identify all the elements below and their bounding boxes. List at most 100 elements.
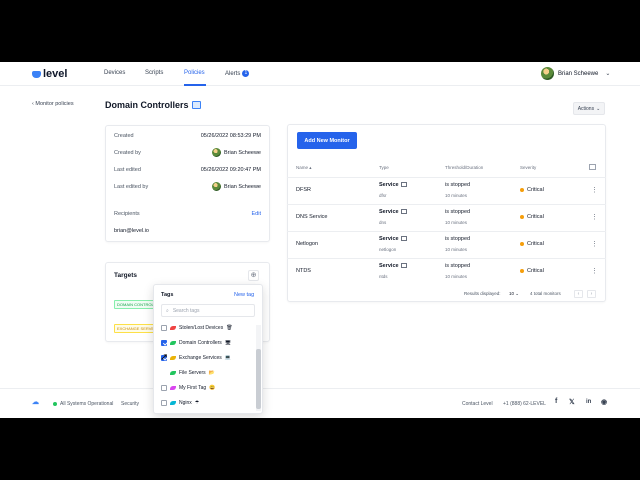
column-name-label: Name — [296, 165, 309, 170]
phone-link[interactable]: +1 (888) 62-LEVEL — [503, 401, 546, 407]
tags-dropdown: Tags New tag ⌕ Search tags Stolen/Lost D… — [153, 284, 263, 414]
monitor-threshold: is stopped — [445, 182, 471, 188]
monitor-type-label: Service — [379, 209, 399, 215]
table-row[interactable]: Netlogon Service netlogon is stopped 10 … — [287, 231, 606, 258]
columns-toggle-icon[interactable] — [589, 164, 596, 170]
level-footer-logo-icon[interactable]: ☁ — [32, 398, 39, 406]
last-edited-by-value: Brian Scheewe — [224, 183, 261, 190]
level-logo[interactable]: level — [32, 68, 67, 80]
security-link[interactable]: Security — [121, 401, 139, 407]
plus-icon: ⊕ — [250, 272, 257, 279]
contact-level-link[interactable]: Contact Level — [462, 401, 493, 407]
severity-label: Critical — [527, 268, 544, 274]
monitor-name: DNS Service — [296, 214, 328, 220]
page-footer: ☁ All Systems Operational Security Conta… — [0, 388, 640, 418]
computer-emoji-icon: 🖥 — [224, 340, 232, 346]
user-menu[interactable]: Brian Scheewe ⌄ — [541, 67, 610, 80]
actions-button[interactable]: Actions ⌄ — [573, 102, 605, 115]
monitor-threshold: is stopped — [445, 209, 471, 215]
tag-search-field[interactable]: ⌕ Search tags — [161, 304, 255, 317]
user-avatar — [212, 182, 221, 191]
monitor-severity: Critical — [520, 241, 544, 247]
previous-page-button[interactable]: ‹ — [574, 290, 583, 298]
tag-option-my-first-tag[interactable]: My First Tag 😀 — [161, 381, 253, 395]
created-by-label: Created by — [114, 150, 141, 156]
results-per-page-select[interactable]: 10 ⌄ — [509, 291, 519, 297]
severity-label: Critical — [527, 241, 544, 247]
target-chip-domain-controllers[interactable]: DOMAIN CONTROLLERS — [114, 300, 156, 309]
created-by-user: Brian Scheewe — [212, 148, 261, 157]
brand-name: level — [43, 68, 68, 80]
tag-color-icon — [170, 401, 176, 405]
tag-checkbox[interactable] — [161, 400, 167, 406]
nav-alerts[interactable]: Alerts 1 — [225, 70, 250, 77]
service-icon — [400, 263, 407, 269]
github-icon[interactable]: ◉ — [601, 398, 607, 406]
tag-label: Domain Controllers — [179, 340, 222, 346]
page-title: Domain Controllers — [105, 100, 201, 110]
chevron-down-icon: ⌄ — [596, 105, 601, 112]
trash-emoji-icon: 🗑 — [226, 325, 233, 331]
umbrella-emoji-icon: ☂ — [194, 400, 200, 406]
next-page-button[interactable]: › — [587, 290, 596, 298]
back-link-label: Monitor policies — [35, 101, 74, 107]
add-target-button[interactable]: ⊕ — [248, 270, 259, 281]
tag-color-icon — [170, 356, 176, 360]
nav-devices[interactable]: Devices — [104, 70, 125, 76]
facebook-icon[interactable]: f — [555, 398, 557, 405]
tag-option-file-servers[interactable]: File Servers 📂 — [161, 366, 253, 380]
tag-checkbox-checked[interactable] — [161, 340, 167, 346]
tag-option-exchange-services[interactable]: Exchange Services 💻 — [161, 351, 253, 365]
alerts-count-badge: 1 — [242, 70, 250, 77]
edit-recipients-link[interactable]: Edit — [252, 211, 261, 217]
chevron-down-icon: ⌄ — [515, 291, 520, 296]
more-options-icon[interactable]: ⋮ — [591, 267, 598, 275]
tag-option-nginx[interactable]: Nginx ☂ — [161, 396, 253, 410]
user-name: Brian Scheewe — [558, 70, 599, 77]
smiley-emoji-icon: 😀 — [209, 385, 216, 391]
more-options-icon[interactable]: ⋮ — [591, 213, 598, 221]
more-options-icon[interactable]: ⋮ — [591, 186, 598, 194]
tags-dropdown-title: Tags — [161, 292, 174, 298]
scrollbar-thumb[interactable] — [256, 349, 261, 409]
back-to-monitor-policies[interactable]: ‹ Monitor policies — [32, 101, 74, 107]
monitor-duration: 10 minutes — [445, 274, 468, 279]
tag-checkbox[interactable] — [161, 370, 167, 376]
tag-checkbox[interactable] — [161, 325, 167, 331]
laptop-emoji-icon: 💻 — [224, 355, 232, 361]
last-edited-value: 05/26/2022 09:20:47 PM — [200, 167, 261, 173]
table-row[interactable]: NTDS Service ntds is stopped 10 minutes … — [287, 258, 606, 285]
user-avatar — [541, 67, 554, 80]
active-tab-indicator — [184, 84, 206, 86]
target-chip-exchange-servers[interactable]: EXCHANGE SERVERS — [114, 324, 156, 333]
tag-option-stolen-lost-devices[interactable]: Stolen/Lost Devices 🗑 — [161, 321, 253, 335]
monitor-duration: 10 minutes — [445, 220, 468, 225]
tag-color-icon — [170, 386, 176, 390]
monitor-duration: 10 minutes — [445, 247, 468, 252]
tag-option-domain-controllers[interactable]: Domain Controllers 🖥 — [161, 336, 253, 350]
dropdown-scrollbar[interactable] — [256, 325, 261, 411]
column-name-header[interactable]: Name ▴ — [296, 165, 312, 171]
monitor-type-detail: ntds — [379, 274, 388, 279]
recipient-email: brian@level.io — [114, 228, 149, 234]
table-row[interactable]: DFSR Service dfsr is stopped 10 minutes … — [287, 177, 606, 204]
twitter-icon[interactable]: 𝕏 — [569, 398, 575, 406]
tag-checkbox[interactable] — [161, 385, 167, 391]
nav-policies[interactable]: Policies — [184, 70, 205, 76]
linkedin-icon[interactable]: in — [586, 399, 591, 405]
tag-label: File Servers — [179, 370, 206, 376]
computer-emoji-icon — [191, 101, 201, 109]
monitor-name: DFSR — [296, 187, 311, 193]
level-logo-icon — [32, 70, 41, 78]
nav-scripts[interactable]: Scripts — [145, 70, 163, 76]
add-new-monitor-button[interactable]: Add New Monitor — [297, 132, 357, 149]
monitor-type: Service — [379, 209, 407, 215]
severity-dot-icon — [520, 215, 524, 219]
system-status-link[interactable]: All Systems Operational — [53, 401, 113, 407]
new-tag-link[interactable]: New tag — [234, 292, 254, 298]
table-row[interactable]: DNS Service Service dns is stopped 10 mi… — [287, 204, 606, 231]
monitor-duration: 10 minutes — [445, 193, 468, 198]
severity-dot-icon — [520, 269, 524, 273]
policy-details-card: Created 05/26/2022 08:53:29 PM Created b… — [105, 125, 270, 242]
more-options-icon[interactable]: ⋮ — [591, 240, 598, 248]
